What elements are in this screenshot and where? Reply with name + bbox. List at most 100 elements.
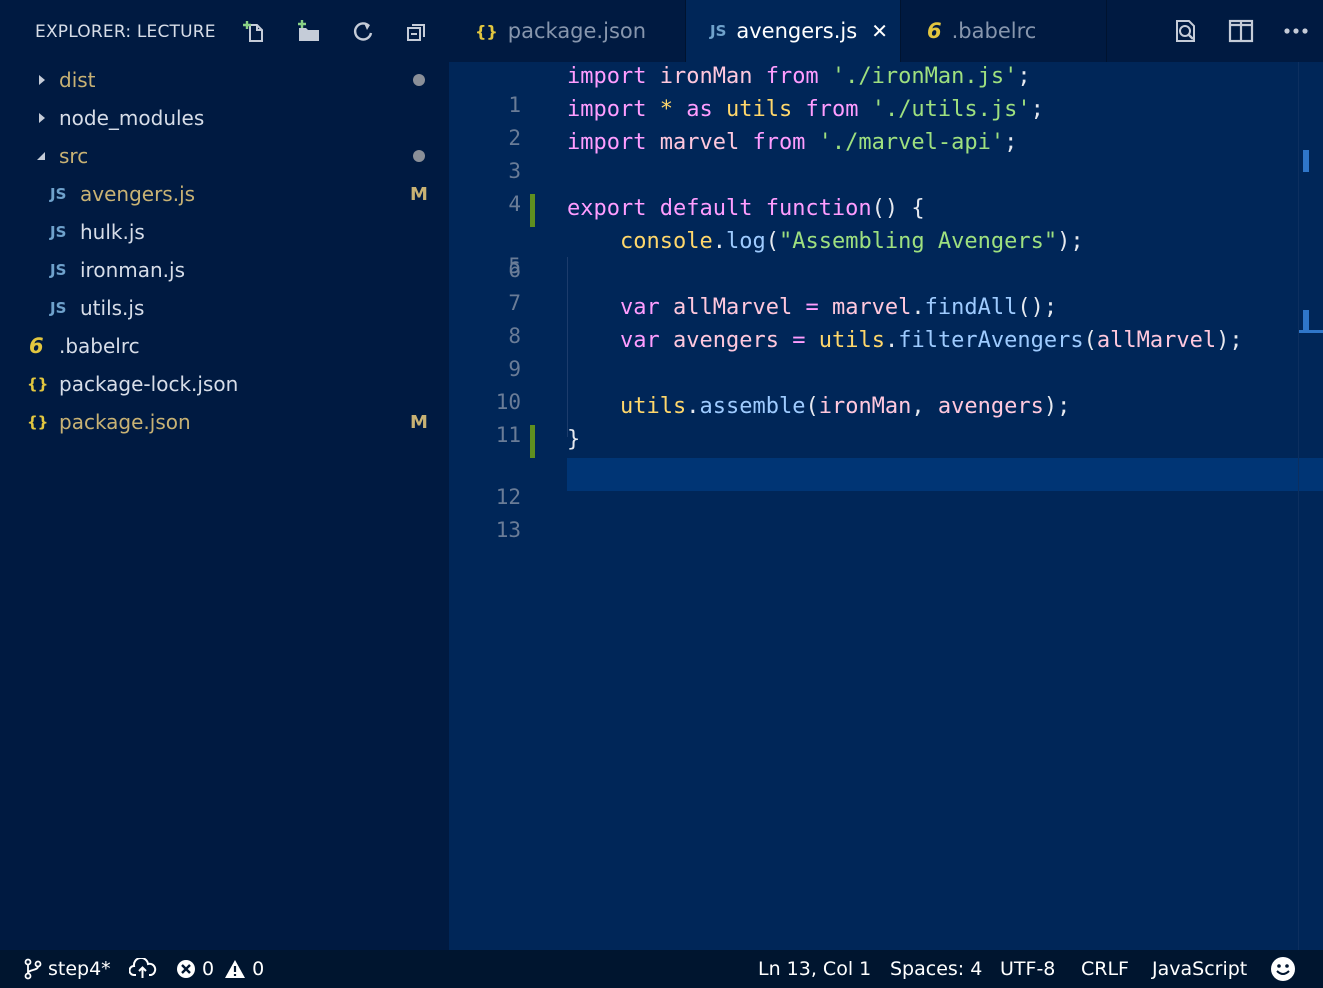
line-number: 13 — [495, 518, 521, 542]
js-file-icon: JS — [50, 185, 67, 203]
current-line-highlight — [567, 458, 1323, 491]
refresh-button[interactable] — [336, 16, 390, 48]
explorer-actions — [228, 16, 444, 48]
editor-actions — [1158, 0, 1323, 62]
close-icon[interactable]: ✕ — [871, 19, 888, 43]
tree-item-label: dist — [59, 68, 96, 92]
tab-avengers-js[interactable]: JS avengers.js ✕ — [686, 0, 901, 62]
babel-file-icon: 6 — [29, 334, 44, 358]
code-editor[interactable]: 1 import ironMan from './ironMan.js'; 2 … — [449, 62, 1323, 950]
tree-file-avengers-js[interactable]: JS avengers.js M — [0, 175, 449, 213]
more-actions-button[interactable] — [1268, 0, 1323, 62]
code-line-4: 4 — [449, 161, 1298, 216]
new-folder-icon — [298, 20, 319, 41]
js-file-icon: JS — [50, 223, 67, 241]
code-line-13: 13 — [449, 458, 1323, 542]
babel-file-icon: 6 — [927, 19, 942, 43]
modified-badge: M — [410, 183, 428, 205]
collapse-all-button[interactable] — [390, 16, 444, 48]
tree-file-hulk-js[interactable]: JS hulk.js — [0, 213, 449, 251]
file-tree: dist node_modules src JS avengers.js M J… — [0, 61, 449, 441]
chevron-down-icon — [37, 152, 45, 160]
new-file-icon — [243, 21, 263, 42]
tree-file-utils-js[interactable]: JS utils.js — [0, 289, 449, 327]
tree-file-ironman-js[interactable]: JS ironman.js — [0, 251, 449, 289]
chevron-right-icon — [39, 113, 45, 123]
modified-badge: M — [410, 411, 428, 433]
chevron-right-icon — [39, 75, 45, 85]
git-branch-label: step4* — [48, 958, 111, 980]
cursor-position[interactable]: Ln 13, Col 1 — [758, 950, 871, 988]
tree-file-babelrc[interactable]: 6 .babelrc — [0, 327, 449, 365]
tree-folder-node-modules[interactable]: node_modules — [0, 99, 449, 137]
git-branch-icon — [24, 958, 42, 980]
code-line-12: 12 } — [449, 425, 1298, 509]
explorer-header: EXPLORER: LECTURE — [0, 0, 449, 62]
code-lines: 1 import ironMan from './ironMan.js'; 2 … — [449, 62, 1323, 542]
overview-ruler-cursor — [1299, 330, 1323, 333]
modified-gutter-mark — [530, 194, 535, 227]
js-file-icon: JS — [50, 299, 67, 317]
modified-dot — [413, 74, 425, 86]
tree-item-label: src — [59, 144, 89, 168]
tree-item-label: package-lock.json — [59, 372, 239, 396]
new-folder-button[interactable] — [282, 16, 336, 48]
tree-file-package-json[interactable]: {} package.json M — [0, 403, 449, 441]
tab-label: .babelrc — [951, 19, 1037, 43]
split-editor-button[interactable] — [1213, 0, 1268, 62]
overview-ruler[interactable] — [1298, 62, 1323, 950]
split-editor-icon — [1228, 19, 1253, 43]
modified-gutter-mark — [530, 425, 535, 458]
git-branch-status[interactable]: step4* — [24, 950, 111, 988]
problems-status[interactable]: 0 0 — [176, 950, 264, 988]
warning-icon — [225, 960, 246, 978]
tree-folder-src[interactable]: src — [0, 137, 449, 175]
tree-item-label: .babelrc — [59, 334, 140, 358]
tree-folder-dist[interactable]: dist — [0, 61, 449, 99]
code-line-8: 8 var allMarvel = marvel.findAll(); — [449, 293, 1298, 348]
sync-button[interactable] — [129, 950, 157, 988]
json-file-icon: {} — [27, 375, 49, 393]
explorer-title: EXPLORER: LECTURE — [35, 22, 216, 42]
more-actions-icon — [1283, 28, 1308, 34]
open-preview-button[interactable] — [1158, 0, 1213, 62]
new-file-button[interactable] — [228, 16, 282, 48]
status-bar: step4* 0 0 Ln 13, Col 1 Spaces: 4 UTF-8 … — [0, 950, 1323, 988]
tab-label: avengers.js — [736, 19, 858, 43]
smiley-icon — [1271, 957, 1295, 981]
search-preview-icon — [1175, 20, 1195, 42]
tab-babelrc[interactable]: 6 .babelrc — [901, 0, 1107, 62]
modified-dot — [413, 150, 425, 162]
code-line-6: 6 console.log("Assembling Avengers"); — [449, 227, 1298, 282]
tree-file-package-lock-json[interactable]: {} package-lock.json — [0, 365, 449, 403]
feedback-button[interactable] — [1270, 950, 1296, 988]
tree-item-label: package.json — [59, 410, 191, 434]
explorer-sidebar: EXPLORER: LECTURE dist node_modules src … — [0, 0, 449, 950]
tree-item-label: node_modules — [59, 106, 205, 130]
code-line-5: 5 export default function() { — [449, 194, 1298, 278]
json-file-icon: {} — [27, 413, 49, 431]
tree-item-label: hulk.js — [80, 220, 145, 244]
language-mode[interactable]: JavaScript — [1152, 950, 1247, 988]
tab-label: package.json — [507, 19, 647, 43]
code-line-1: 1 import ironMan from './ironMan.js'; — [449, 62, 1298, 117]
eol-status[interactable]: CRLF — [1081, 950, 1129, 988]
warning-count: 0 — [252, 958, 265, 980]
json-file-icon: {} — [475, 21, 498, 41]
vscode-window: EXPLORER: LECTURE dist node_modules src … — [0, 0, 1323, 988]
refresh-icon — [354, 22, 373, 41]
tab-package-json[interactable]: {} package.json — [449, 0, 686, 62]
code-line-10: 10 — [449, 359, 1298, 414]
code-line-11: 11 utils.assemble(ironMan, avengers); — [449, 392, 1298, 447]
overview-ruler-mark — [1303, 310, 1309, 330]
collapse-all-icon — [407, 24, 425, 41]
error-icon — [177, 960, 195, 978]
code-line-9: 9 var avengers = utils.filterAvengers(al… — [449, 326, 1298, 381]
encoding-status[interactable]: UTF-8 — [1000, 950, 1055, 988]
code-line-3: 3 import marvel from './marvel-api'; — [449, 128, 1298, 183]
code-line-2: 2 import * as utils from './utils.js'; — [449, 95, 1298, 150]
indentation-status[interactable]: Spaces: 4 — [890, 950, 982, 988]
overview-ruler-mark — [1303, 150, 1309, 172]
tree-item-label: avengers.js — [80, 182, 196, 206]
js-file-icon: JS — [710, 22, 727, 40]
